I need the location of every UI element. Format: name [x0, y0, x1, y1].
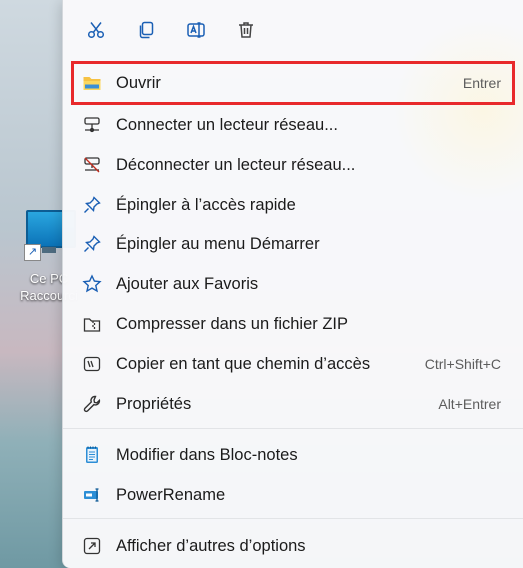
more-options-icon: [81, 535, 103, 557]
menu-item-pin-quick-access[interactable]: Épingler à l’accès rapide: [73, 185, 513, 225]
menu-separator: [63, 428, 523, 429]
disconnect-drive-icon: [81, 154, 103, 176]
menu-item-disconnect-network-drive[interactable]: Déconnecter un lecteur réseau...: [73, 145, 513, 185]
menu-item-properties[interactable]: Propriétés Alt+Entrer: [73, 384, 513, 424]
copy-icon: [139, 21, 154, 39]
star-icon: [81, 273, 103, 295]
powerrename-icon: [81, 484, 103, 506]
pin-icon: [81, 233, 103, 255]
wrench-icon: [81, 393, 103, 415]
copy-button[interactable]: [130, 14, 162, 46]
menu-item-map-network-drive[interactable]: Connecter un lecteur réseau...: [73, 105, 513, 145]
cut-button[interactable]: [80, 14, 112, 46]
rename-button[interactable]: [180, 14, 212, 46]
menu-item-open[interactable]: Ouvrir Entrer: [71, 61, 515, 105]
zip-icon: [81, 313, 103, 335]
delete-button[interactable]: [230, 14, 262, 46]
menu-item-pin-start[interactable]: Épingler au menu Démarrer: [73, 224, 513, 264]
menu-item-compress-zip[interactable]: Compresser dans un fichier ZIP: [73, 304, 513, 344]
menu-item-add-favorites[interactable]: Ajouter aux Favoris: [73, 264, 513, 304]
menu-separator: [63, 518, 523, 519]
context-menu: Ouvrir Entrer Connecter un lecteur résea…: [62, 0, 523, 568]
rename-icon: [187, 22, 205, 38]
menu-item-powerrename[interactable]: PowerRename: [73, 475, 513, 515]
menu-item-show-more-options[interactable]: Afficher d’autres d’options: [73, 526, 513, 566]
shortcut-arrow-icon: ↗: [24, 244, 41, 261]
notepad-icon: [81, 444, 103, 466]
copy-path-icon: [81, 353, 103, 375]
delete-icon: [239, 22, 253, 38]
menu-item-edit-notepad[interactable]: Modifier dans Bloc-notes: [73, 435, 513, 475]
pin-icon: [81, 194, 103, 216]
context-menu-toolbar: [80, 14, 262, 46]
folder-icon: [81, 72, 103, 94]
menu-item-copy-as-path[interactable]: Copier en tant que chemin d’accès Ctrl+S…: [73, 344, 513, 384]
network-drive-icon: [81, 114, 103, 136]
cut-icon: [87, 22, 105, 39]
